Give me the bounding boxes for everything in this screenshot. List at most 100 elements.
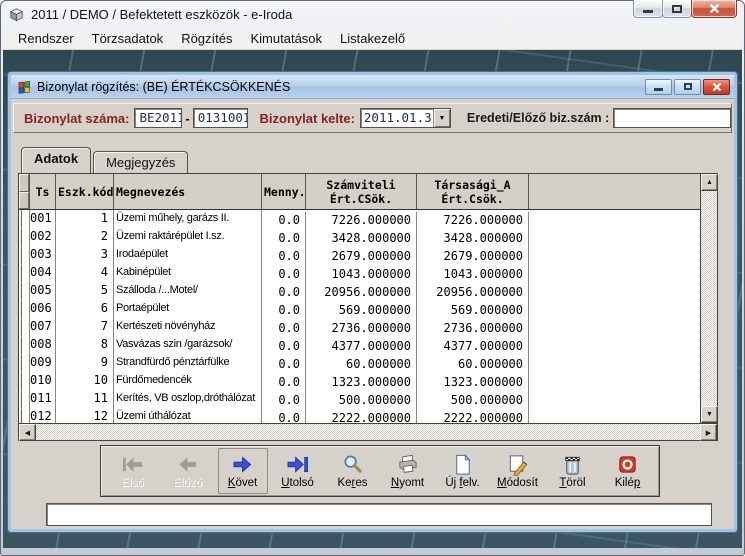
table-row[interactable]: 005 5 Szálloda /...Motel/ 0.0 20956.0000… [19,282,700,300]
cell-ts: 010 [30,372,56,390]
scroll-right-button[interactable]: ▶ [700,424,717,441]
doc-date-combobox[interactable]: 2011.01.31 ▼ [360,108,451,128]
table-row[interactable]: 009 9 Strandfürdő pénztárfülke 0.0 60.00… [19,354,700,372]
cell-corp: 3428.000000 [417,230,529,248]
table-row[interactable]: 003 3 Irodaépület 0.0 2679.000000 2679.0… [19,246,700,264]
menu-listakezelo[interactable]: Listakezelő [331,29,414,48]
table-row[interactable]: 012 12 Üzemi úthálózat 0.0 2222.000000 2… [19,408,700,423]
scroll-up-button[interactable]: ▲ [701,174,718,191]
column-header-accounting: Számviteli Ért.CSök. [306,174,417,209]
search-button[interactable]: Keres [328,448,378,494]
cell-code: 12 [56,408,114,423]
cell-qty: 0.0 [262,374,306,392]
menu-rogzites[interactable]: Rögzítés [172,29,241,48]
tab-megjegyzes[interactable]: Megjegyzés [93,151,188,173]
windows-flag-icon[interactable] [17,79,32,94]
titlebar[interactable]: 2011 / DEMO / Befektetett eszközök - e-I… [0,0,745,28]
table-row[interactable]: 004 4 Kabinépület 0.0 1043.000000 1043.0… [19,264,700,282]
table-row[interactable]: 008 8 Vasvázas szin /garázsok/ 0.0 4377.… [19,336,700,354]
row-selector[interactable] [19,210,30,228]
cell-acc: 2679.000000 [306,248,417,266]
table-row[interactable]: 001 1 Üzemi műhely, garázs II. 0.0 7226.… [19,210,700,228]
cell-acc: 1043.000000 [306,266,417,284]
table-row[interactable]: 006 6 Portaépület 0.0 569.000000 569.000… [19,300,700,318]
cell-ts: 007 [30,318,56,336]
minimize-button[interactable] [633,0,663,18]
scroll-left-button[interactable]: ◀ [19,424,36,441]
table-row[interactable]: 011 11 Kerítés, VB oszlop,dróthálózat 0.… [19,390,700,408]
scroll-down-button[interactable]: ▼ [701,406,718,423]
row-selector[interactable] [19,264,30,282]
doc-date-label: Bizonylat kelte: [260,111,355,126]
delete-button[interactable]: Töröl [548,448,598,494]
cell-empty [529,282,700,300]
last-record-button[interactable]: Utolsó [273,448,323,494]
cell-corp: 569.000000 [417,302,529,320]
doc-number-separator: - [185,111,189,126]
row-selector[interactable] [19,408,30,423]
modify-button[interactable]: Módosít [493,448,543,494]
doc-number-input[interactable]: 0131001 [193,108,248,128]
cell-ts: 004 [30,264,56,282]
child-close-button[interactable] [703,79,730,95]
doc-date-value[interactable]: 2011.01.31 [361,109,433,127]
cell-name: Kertészeti növényház [114,318,262,336]
table-row[interactable]: 002 2 Üzemi raktárépület I.sz. 0.0 3428.… [19,228,700,246]
mdi-background: Bizonylat rögzítés: (BE) ÉRTÉKCSÖKKENÉS … [3,50,742,548]
menu-torzsadatok[interactable]: Törzsadatok [83,29,173,48]
horizontal-scrollbar[interactable]: ◀ ▶ [19,423,717,440]
app-cube-icon[interactable] [8,6,25,23]
cell-corp: 2736.000000 [417,320,529,338]
row-selector[interactable] [19,282,30,300]
status-field[interactable] [46,503,712,526]
vertical-scroll-track[interactable] [701,191,717,406]
cell-ts: 011 [30,390,56,408]
print-button[interactable]: Nyomt [383,448,433,494]
cell-ts: 002 [30,228,56,246]
cell-qty: 0.0 [262,392,306,410]
menu-rendszer[interactable]: Rendszer [9,29,83,48]
original-doc-input[interactable] [613,108,731,128]
cell-acc: 1323.000000 [306,374,417,392]
column-header-name: Megnevezés [114,174,262,209]
row-selector[interactable] [19,372,30,390]
row-selector[interactable] [19,300,30,318]
tab-adatok[interactable]: Adatok [21,147,91,173]
cell-corp: 1043.000000 [417,266,529,284]
row-selector[interactable] [19,336,30,354]
cell-empty [529,336,700,354]
table-row[interactable]: 010 10 Fürdőmedencék 0.0 1323.000000 132… [19,372,700,390]
cell-empty [529,210,700,228]
child-minimize-button[interactable] [645,79,672,95]
row-selector[interactable] [19,246,30,264]
horizontal-scroll-track[interactable] [36,424,700,440]
row-selector[interactable] [19,354,30,372]
child-minimize-icon [654,88,663,91]
doc-date-dropdown-button[interactable]: ▼ [433,109,450,127]
row-selector[interactable] [19,318,30,336]
child-titlebar[interactable]: Bizonylat rögzítés: (BE) ÉRTÉKCSÖKKENÉS [11,75,734,99]
cell-acc: 4377.000000 [306,338,417,356]
vertical-scrollbar[interactable]: ▲ ▼ [700,174,717,423]
row-selector[interactable] [19,390,30,408]
next-record-button[interactable]: Követ [218,448,268,494]
menu-kimutatasok[interactable]: Kimutatások [242,29,332,48]
original-doc-label: Eredeti/Előző biz.szám : [467,111,609,125]
cell-ts: 003 [30,246,56,264]
cell-code: 2 [56,228,114,246]
child-maximize-button[interactable] [674,79,701,95]
doc-number-prefix-input[interactable]: BE2011 [134,108,182,128]
tab-strip: Adatok Megjegyzés [21,147,190,173]
table-row[interactable]: 007 7 Kertészeti növényház 0.0 2736.0000… [19,318,700,336]
row-selector[interactable] [19,228,30,246]
exit-button[interactable]: Kilép [603,448,653,494]
cell-ts: 009 [30,354,56,372]
new-record-button[interactable]: Új felv. [438,448,488,494]
cell-name: Irodaépület [114,246,262,264]
edit-icon [506,453,529,476]
doc-number-label: Bizonylat száma: [24,111,129,126]
cell-qty: 0.0 [262,320,306,338]
close-button[interactable] [691,0,737,18]
cell-corp: 7226.000000 [417,212,529,230]
maximize-button[interactable] [662,0,692,18]
